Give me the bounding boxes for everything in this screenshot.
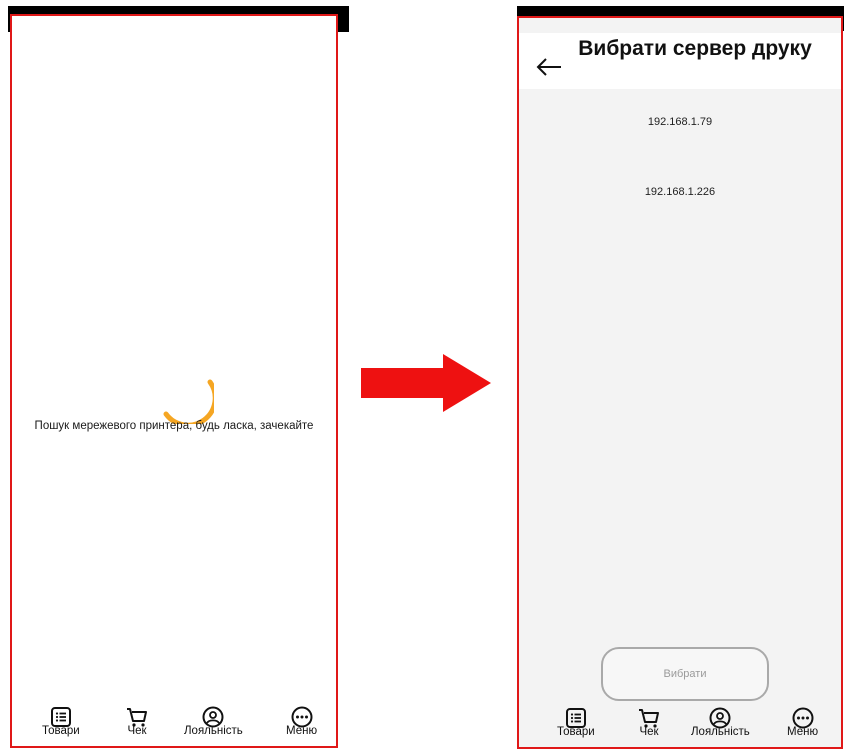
nav-item-receipt[interactable]: Чек (125, 706, 149, 738)
nav-item-loyalty[interactable]: Лояльність (691, 707, 750, 739)
page-title: Вибрати сервер друку (578, 37, 812, 60)
back-arrow-icon[interactable] (535, 57, 563, 77)
select-button[interactable]: Вибрати (601, 647, 769, 701)
transition-arrow-icon (361, 354, 491, 412)
nav-item-menu[interactable]: Меню (787, 707, 818, 739)
nav-label-menu: Меню (787, 726, 819, 738)
server-item[interactable]: 192.168.1.226 (519, 180, 841, 204)
nav-item-loyalty[interactable]: Лояльність (184, 706, 243, 738)
nav-label-receipt: Чек (127, 725, 147, 737)
screen-select-print-server: Вибрати сервер друку 192.168.1.79 192.16… (517, 16, 843, 749)
nav-label-loyalty: Лояльність (691, 726, 750, 738)
header: Вибрати сервер друку (519, 33, 841, 89)
bottom-navigation: Товари Чек Лояльність Меню (12, 702, 336, 746)
server-item[interactable]: 192.168.1.79 (519, 110, 841, 134)
nav-item-menu[interactable]: Меню (286, 706, 317, 738)
nav-item-goods[interactable]: Товари (557, 707, 595, 739)
nav-label-menu: Меню (286, 725, 318, 737)
screen-searching-printer: Пошук мережевого принтера, будь ласка, з… (10, 14, 338, 748)
bottom-navigation: Товари Чек Лояльність Меню (519, 703, 841, 747)
loading-message: Пошук мережевого принтера, будь ласка, з… (34, 420, 314, 432)
nav-label-loyalty: Лояльність (184, 725, 243, 737)
nav-label-goods: Товари (42, 725, 80, 737)
loading-spinner-icon (163, 379, 214, 424)
nav-item-receipt[interactable]: Чек (637, 707, 661, 739)
nav-label-goods: Товари (557, 726, 595, 738)
nav-item-goods[interactable]: Товари (42, 706, 80, 738)
nav-label-receipt: Чек (639, 726, 659, 738)
